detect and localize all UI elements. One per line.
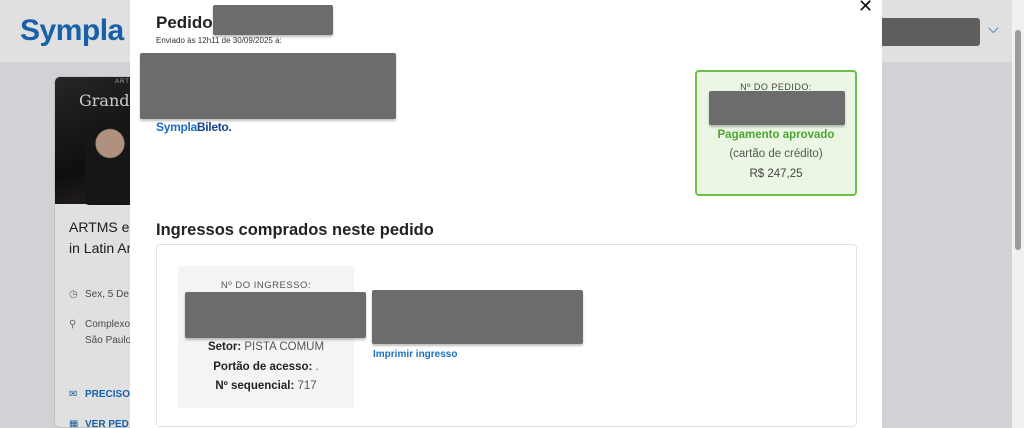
order-total: R$ 247,25 (749, 168, 803, 180)
page-scrollbar[interactable] (1012, 0, 1024, 428)
order-title: Pedido (156, 13, 213, 32)
close-icon[interactable]: ✕ (858, 0, 873, 17)
order-number-redacted (709, 91, 845, 125)
sector-label: Setor: (207, 341, 242, 353)
scrollbar-thumb[interactable] (1015, 30, 1021, 250)
ticket-sequence: Nº sequencial: 717 (178, 380, 354, 392)
ticket-holder-redacted (372, 290, 583, 344)
order-summary-box: Nº DO PEDIDO: Pagamento aprovado (cartão… (695, 70, 857, 196)
ticket-card: Nº DO INGRESSO: Setor: PISTA COMUM Portã… (178, 266, 366, 408)
sympla-bileto-logo: SymplaBileto. (156, 120, 232, 134)
seq-label: Nº sequencial: (215, 380, 295, 392)
brand-left: Sympla (156, 120, 197, 134)
order-modal: ✕ Pedido Enviado às 12h11 de 30/09/2025 … (130, 0, 882, 428)
ticket-gate: Portão de acesso: . (178, 361, 354, 373)
print-ticket-link[interactable]: Imprimir ingresso (373, 349, 457, 360)
sent-info: Enviado às 12h11 de 30/09/2025 a: (156, 36, 282, 45)
payment-status: Pagamento aprovado (717, 129, 835, 141)
recipient-redacted (140, 53, 396, 119)
order-id-redacted (213, 5, 333, 35)
tickets-section-title: Ingressos comprados neste pedido (156, 221, 434, 239)
payment-method: (cartão de crédito) (729, 148, 823, 160)
sector-value: PISTA COMUM (244, 341, 325, 353)
tickets-panel: Nº DO INGRESSO: Setor: PISTA COMUM Portã… (156, 244, 857, 427)
ticket-number-label: Nº DO INGRESSO: (220, 280, 312, 291)
ticket-number-redacted (185, 292, 366, 338)
brand-right: Bileto. (196, 120, 232, 134)
ticket-sector: Setor: PISTA COMUM (178, 341, 354, 353)
gate-value: . (315, 361, 319, 373)
gate-label: Portão de acesso: (213, 361, 313, 373)
seq-value: 717 (297, 380, 317, 392)
